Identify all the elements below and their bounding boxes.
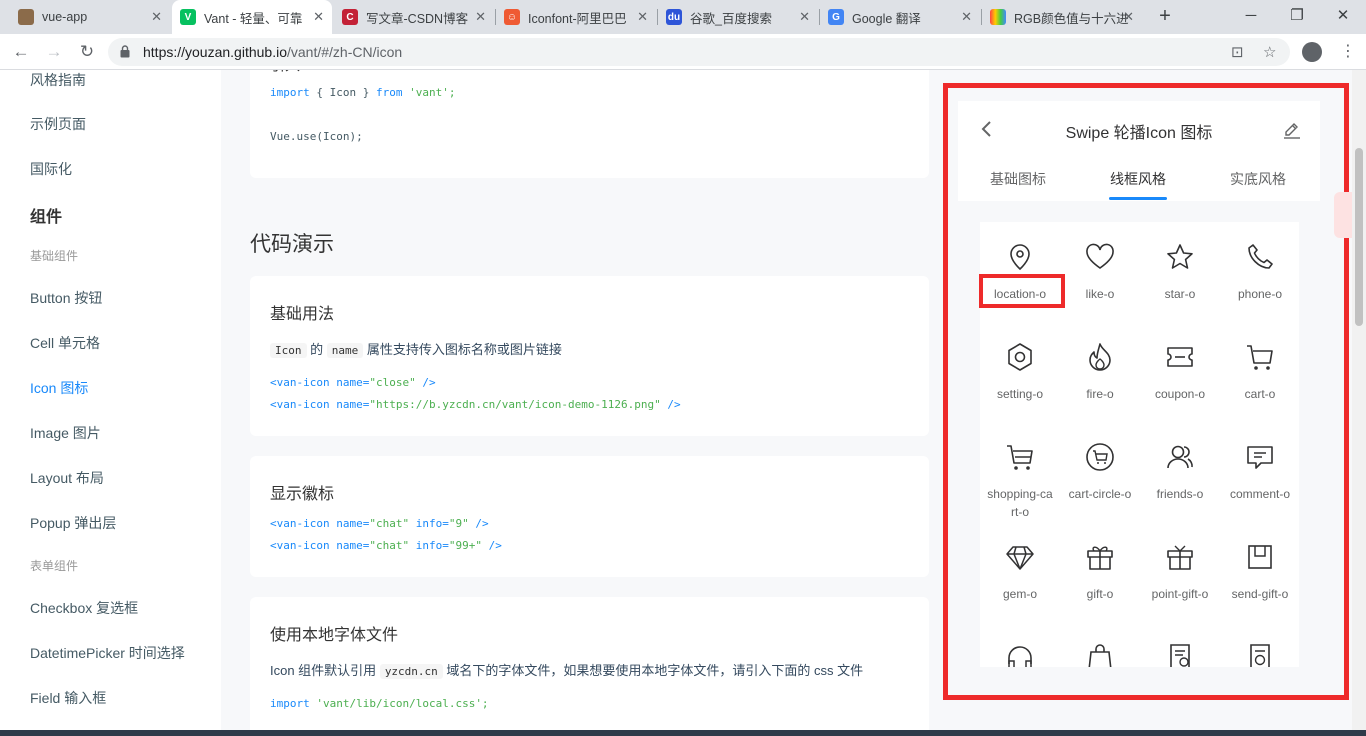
browser-toolbar: ← → ↻ https://youzan.github.io/vant/#/zh… bbox=[0, 34, 1366, 70]
sidebar-item-image[interactable]: Image 图片 bbox=[30, 423, 101, 443]
reload-icon[interactable]: ↻ bbox=[75, 40, 99, 64]
badge-code-line1: <van-icon name="chat" info="9" /> bbox=[270, 517, 489, 530]
highlight-box-location-label bbox=[979, 274, 1065, 308]
doc-content: 引入 import { Icon } from 'vant'; Vue.use(… bbox=[221, 70, 941, 730]
sidebar-item-field[interactable]: Field 输入框 bbox=[30, 688, 106, 708]
close-icon[interactable]: ✕ bbox=[313, 9, 324, 25]
browser-tab-iconfont[interactable]: ☺ Iconfont-阿里巴巴 ✕ bbox=[496, 0, 656, 34]
close-icon[interactable]: ✕ bbox=[475, 9, 486, 25]
close-window-icon[interactable]: ✕ bbox=[1320, 0, 1366, 34]
sidebar-item-datetimepicker[interactable]: DatetimePicker 时间选择 bbox=[30, 643, 185, 663]
basic-usage-card: 基础用法 Icon 的 name 属性支持传入图标名称或图片链接 <van-ic… bbox=[250, 276, 929, 436]
forward-arrow-icon[interactable]: → bbox=[42, 40, 66, 64]
intro-card: 引入 import { Icon } from 'vant'; Vue.use(… bbox=[250, 70, 929, 178]
sidebar-subgroup-form: 表单组件 bbox=[30, 559, 79, 573]
baidu-icon: du bbox=[666, 9, 682, 25]
profile-avatar-icon[interactable] bbox=[1302, 42, 1322, 62]
browser-tab-rgb[interactable]: RGB颜色值与十六进 ✕ bbox=[982, 0, 1142, 34]
tab-title: Vant - 轻量、可靠 bbox=[204, 11, 303, 26]
basic-usage-title: 基础用法 bbox=[270, 306, 335, 323]
tab-title: 谷歌_百度搜索 bbox=[690, 11, 772, 26]
floating-side-tab[interactable] bbox=[1334, 192, 1352, 238]
iconfont-icon: ☺ bbox=[504, 9, 520, 25]
page-scrollbar[interactable] bbox=[1352, 70, 1366, 730]
csdn-icon: C bbox=[342, 9, 358, 25]
url-host: https://youzan.github.io bbox=[143, 44, 287, 60]
local-font-title: 使用本地字体文件 bbox=[270, 627, 399, 644]
os-taskbar bbox=[0, 730, 1366, 736]
browser-tab-vant[interactable]: V Vant - 轻量、可靠 ✕ bbox=[172, 0, 332, 34]
highlight-box-simulator bbox=[943, 83, 1349, 700]
address-bar[interactable]: https://youzan.github.io/vant/#/zh-CN/ic… bbox=[108, 38, 1290, 66]
sidebar-item-cell[interactable]: Cell 单元格 bbox=[30, 333, 100, 353]
translate-icon[interactable]: ⊡ bbox=[1231, 43, 1244, 61]
lock-icon bbox=[120, 45, 130, 58]
google-translate-icon: G bbox=[828, 9, 844, 25]
local-font-card: 使用本地字体文件 Icon 组件默认引用 yzcdn.cn 域名下的字体文件，如… bbox=[250, 597, 929, 730]
sidebar-subgroup-basic: 基础组件 bbox=[30, 249, 79, 263]
close-icon[interactable]: ✕ bbox=[961, 9, 972, 25]
section-title-demo: 代码演示 bbox=[250, 233, 334, 256]
sidebar-item-popup[interactable]: Popup 弹出层 bbox=[30, 513, 116, 533]
intro-code-line1: import { Icon } from 'vant'; bbox=[270, 86, 456, 99]
basic-usage-desc: Icon 的 name 属性支持传入图标名称或图片链接 bbox=[270, 339, 562, 358]
sidebar-item-button[interactable]: Button 按钮 bbox=[30, 288, 102, 308]
url-path: /vant/#/zh-CN/icon bbox=[287, 44, 403, 60]
sidebar-nav: 风格指南 示例页面 国际化 组件 基础组件 Button 按钮 Cell 单元格… bbox=[0, 70, 221, 730]
back-arrow-icon[interactable]: ← bbox=[9, 40, 33, 64]
tab-title: RGB颜色值与十六进 bbox=[1014, 11, 1129, 26]
local-font-desc: Icon 组件默认引用 yzcdn.cn 域名下的字体文件，如果想要使用本地字体… bbox=[270, 663, 864, 679]
minimize-icon[interactable]: ─ bbox=[1228, 0, 1274, 34]
sidebar-item-icon[interactable]: Icon 图标 bbox=[30, 378, 88, 398]
sidebar-group-components: 组件 bbox=[30, 209, 63, 226]
tab-title: 写文章-CSDN博客 bbox=[366, 11, 469, 26]
sidebar-item-layout[interactable]: Layout 布局 bbox=[30, 468, 104, 488]
close-icon[interactable]: ✕ bbox=[151, 9, 162, 25]
maximize-icon[interactable]: ❐ bbox=[1274, 0, 1320, 34]
local-font-code: import 'vant/lib/icon/local.css'; bbox=[270, 697, 489, 710]
new-tab-button[interactable]: + bbox=[1153, 5, 1177, 29]
bookmark-star-icon[interactable]: ☆ bbox=[1263, 43, 1276, 61]
tab-title: vue-app bbox=[42, 10, 88, 24]
tab-title: Iconfont-阿里巴巴 bbox=[528, 11, 627, 26]
sidebar-item-demo-pages[interactable]: 示例页面 bbox=[30, 114, 86, 134]
close-icon[interactable]: ✕ bbox=[799, 9, 810, 25]
rainbow-icon bbox=[990, 9, 1006, 25]
vue-icon bbox=[18, 9, 34, 25]
badge-code-line2: <van-icon name="chat" info="99+" /> bbox=[270, 539, 502, 552]
basic-code-line2: <van-icon name="https://b.yzcdn.cn/vant/… bbox=[270, 398, 681, 411]
browser-tab-bar: vue-app ✕ V Vant - 轻量、可靠 ✕ C 写文章-CSDN博客 … bbox=[0, 0, 1366, 34]
badge-title: 显示徽标 bbox=[270, 486, 335, 503]
close-icon[interactable]: ✕ bbox=[637, 9, 648, 25]
sidebar-item-style-guide[interactable]: 风格指南 bbox=[30, 70, 86, 90]
browser-tab-csdn[interactable]: C 写文章-CSDN博客 ✕ bbox=[334, 0, 494, 34]
basic-code-line1: <van-icon name="close" /> bbox=[270, 376, 436, 389]
sidebar-item-checkbox[interactable]: Checkbox 复选框 bbox=[30, 598, 138, 618]
url-text: https://youzan.github.io/vant/#/zh-CN/ic… bbox=[143, 44, 402, 60]
badge-card: 显示徽标 <van-icon name="chat" info="9" /> <… bbox=[250, 456, 929, 577]
tab-title: Google 翻译 bbox=[852, 11, 921, 26]
browser-tab-vue-app[interactable]: vue-app ✕ bbox=[10, 0, 170, 34]
intro-code-line2: Vue.use(Icon); bbox=[270, 130, 363, 143]
menu-dots-icon[interactable]: ⋮ bbox=[1340, 42, 1356, 62]
vant-icon: V bbox=[180, 9, 196, 25]
sidebar-item-i18n[interactable]: 国际化 bbox=[30, 159, 72, 179]
close-icon[interactable]: ✕ bbox=[1123, 9, 1134, 25]
scrollbar-thumb[interactable] bbox=[1355, 148, 1363, 326]
browser-tab-google-translate[interactable]: G Google 翻译 ✕ bbox=[820, 0, 980, 34]
intro-heading: 引入 bbox=[270, 70, 300, 75]
browser-tab-baidu[interactable]: du 谷歌_百度搜索 ✕ bbox=[658, 0, 818, 34]
